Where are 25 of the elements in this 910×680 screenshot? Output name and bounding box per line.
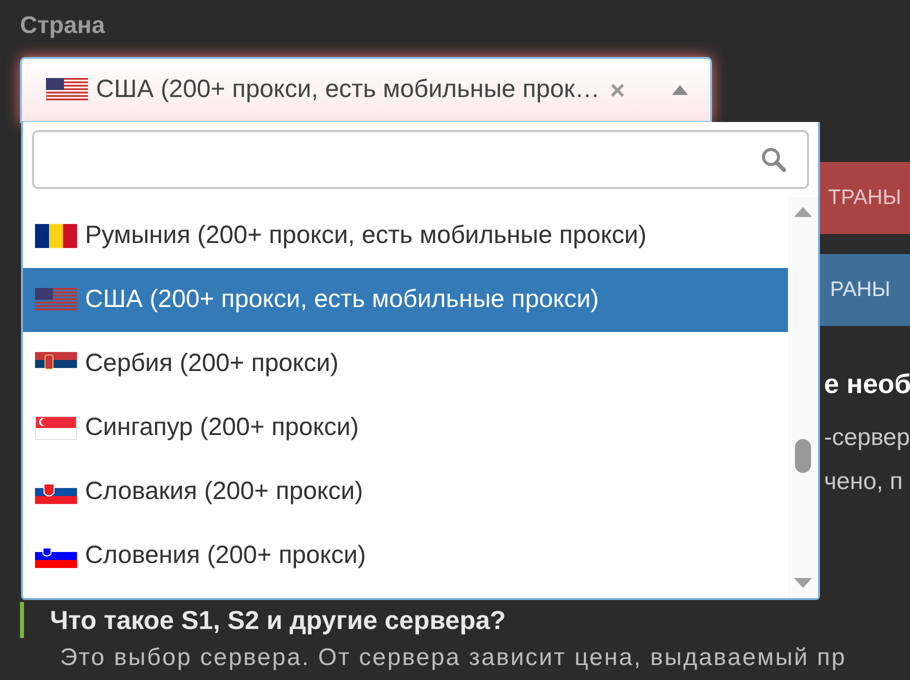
country-option[interactable]: Словения (200+ прокси) [23,524,788,588]
text-fragment: -сервер [823,423,910,453]
search-field[interactable] [32,130,809,189]
country-option[interactable]: Сербия (200+ прокси) [23,332,788,396]
country-option[interactable]: Румыния (200+ прокси, есть мобильные прокси) [23,204,788,268]
heading-fragment: е необ [823,368,910,401]
flag-icon [35,416,77,440]
caret-icon [672,85,688,95]
search-icon [761,146,787,172]
scroll-thumb[interactable] [795,439,811,473]
selected-value: США (200+ прокси, есть мобильные прок… [96,74,600,106]
flag-icon [35,224,77,248]
scroll-up-icon[interactable] [794,207,812,217]
text-fragment: чено, п [823,467,904,497]
country-option[interactable]: Словакия (200+ прокси) [23,460,788,524]
country-select[interactable]: США (200+ прокси, есть мобильные прок… × [20,57,712,123]
country-option[interactable]: Сингапур (200+ прокси) [23,396,788,460]
scroll-down-icon[interactable] [794,578,812,588]
section-heading: Что такое S1, S2 и другие сервера? [50,604,506,636]
field-label: Страна [20,11,106,41]
country-option[interactable]: США (200+ прокси, есть мобильные прокси) [23,268,788,332]
flag-icon [35,288,77,312]
flag-icon [46,78,88,102]
paragraph: Это выбор сервера. От сервера зависит цена, выдаваемый пр [59,643,848,673]
scrollbar[interactable] [788,197,818,598]
